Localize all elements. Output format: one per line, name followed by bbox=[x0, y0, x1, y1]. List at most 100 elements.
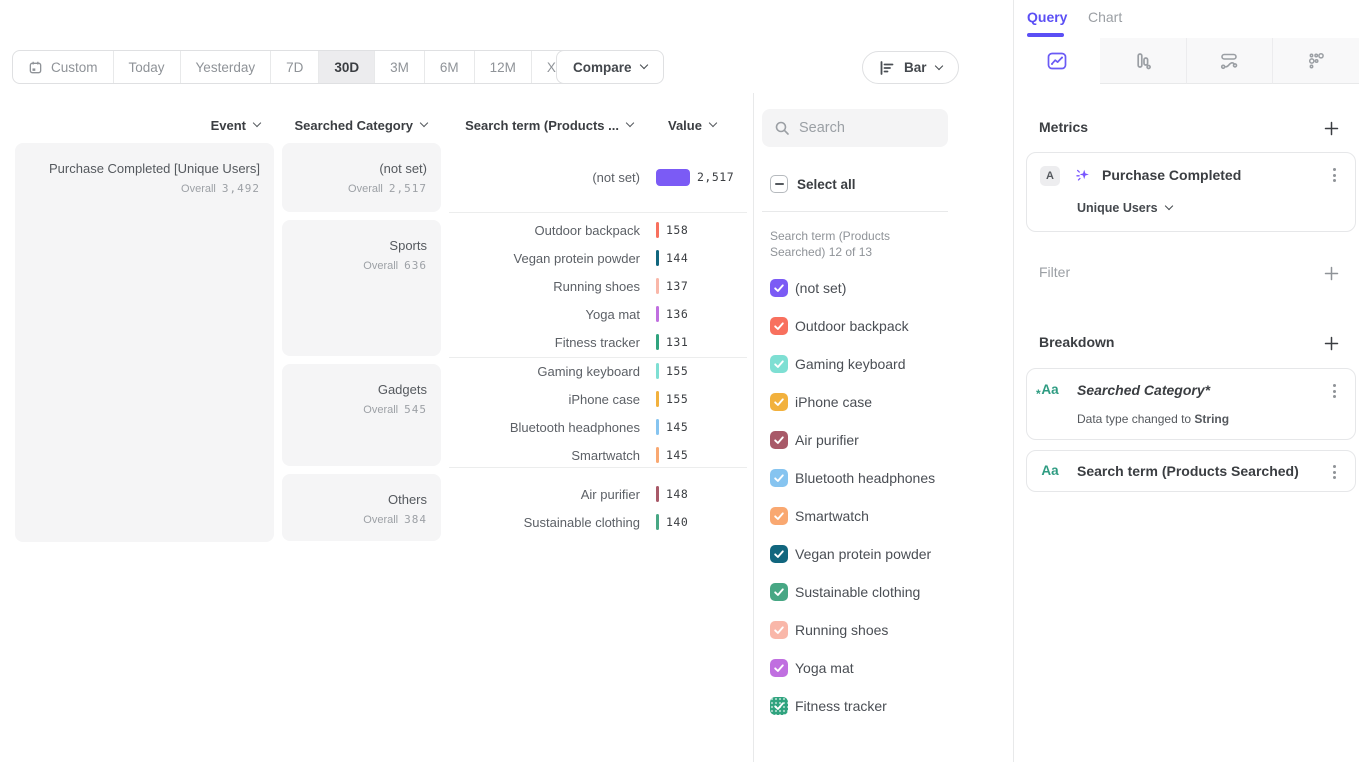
filter-item[interactable]: Fitness tracker bbox=[770, 697, 887, 715]
column-header-event[interactable]: Event bbox=[15, 115, 260, 135]
category-cell[interactable]: (not set)Overall2,517 bbox=[282, 143, 441, 212]
search-input[interactable] bbox=[799, 120, 936, 136]
compare-button[interactable]: Compare bbox=[556, 50, 664, 84]
tab-retention[interactable] bbox=[1272, 38, 1359, 84]
add-breakdown-button[interactable] bbox=[1322, 334, 1340, 352]
search-term-row[interactable]: Fitness tracker131 bbox=[449, 328, 747, 356]
column-header-value[interactable]: Value bbox=[668, 115, 738, 135]
value-bar[interactable] bbox=[656, 514, 659, 530]
value-bar[interactable] bbox=[656, 222, 659, 238]
category-name: (not set) bbox=[282, 161, 427, 176]
category-cell[interactable]: GadgetsOverall545 bbox=[282, 364, 441, 466]
search-term-row[interactable]: Running shoes137 bbox=[449, 272, 747, 300]
tab-chart[interactable]: Chart bbox=[1088, 0, 1122, 34]
value-bar[interactable] bbox=[656, 250, 659, 266]
filter-item[interactable]: Running shoes bbox=[770, 621, 888, 639]
category-name: Gadgets bbox=[282, 382, 427, 397]
series-search-box[interactable] bbox=[762, 109, 948, 147]
tab-flows[interactable] bbox=[1186, 38, 1273, 84]
event-cell[interactable]: Purchase Completed [Unique Users] Overal… bbox=[15, 143, 274, 542]
chevron-down-icon bbox=[420, 119, 428, 127]
search-term-row[interactable]: iPhone case155 bbox=[449, 385, 747, 413]
chevron-down-icon bbox=[1164, 202, 1172, 210]
string-property-icon: Aa* bbox=[1040, 382, 1060, 397]
divider bbox=[762, 211, 948, 212]
category-cell[interactable]: SportsOverall636 bbox=[282, 220, 441, 356]
column-header-search-term[interactable]: Search term (Products ... bbox=[449, 115, 633, 135]
value-label: 140 bbox=[666, 515, 688, 529]
filter-item[interactable]: Sustainable clothing bbox=[770, 583, 920, 601]
filter-item[interactable]: Bluetooth headphones bbox=[770, 469, 935, 487]
filter-item[interactable]: Vegan protein powder bbox=[770, 545, 931, 563]
tab-query[interactable]: Query bbox=[1027, 0, 1067, 34]
search-term-row[interactable]: Air purifier148 bbox=[449, 480, 747, 508]
search-term-row[interactable]: Sustainable clothing140 bbox=[449, 508, 747, 536]
value-bar[interactable] bbox=[656, 306, 659, 322]
select-all-checkbox[interactable]: Select all bbox=[770, 175, 856, 193]
category-cell[interactable]: OthersOverall384 bbox=[282, 474, 441, 541]
checkbox-icon bbox=[770, 393, 788, 411]
breakdown-options-kebab-icon[interactable] bbox=[1326, 463, 1342, 481]
breakdown-options-kebab-icon[interactable] bbox=[1326, 382, 1342, 400]
search-term-row[interactable]: Smartwatch145 bbox=[449, 441, 747, 469]
value-bar[interactable] bbox=[656, 334, 659, 350]
search-term-row[interactable]: Bluetooth headphones145 bbox=[449, 413, 747, 441]
tab-funnels[interactable] bbox=[1100, 38, 1186, 84]
filter-item-label: Air purifier bbox=[795, 432, 859, 448]
breakdown-card-searched-category[interactable]: Aa* Searched Category* Data type changed… bbox=[1026, 368, 1356, 440]
select-all-label: Select all bbox=[797, 177, 856, 192]
date-range-yesterday[interactable]: Yesterday bbox=[181, 51, 272, 83]
filter-item[interactable]: (not set) bbox=[770, 279, 846, 297]
date-range-12m[interactable]: 12M bbox=[475, 51, 532, 83]
string-property-icon: Aa bbox=[1040, 463, 1060, 478]
date-range-custom[interactable]: Custom bbox=[13, 51, 114, 83]
filter-item[interactable]: Yoga mat bbox=[770, 659, 854, 677]
metric-options-kebab-icon[interactable] bbox=[1326, 166, 1342, 184]
date-range-3m[interactable]: 3M bbox=[375, 51, 425, 83]
search-term-label: Bluetooth headphones bbox=[449, 420, 640, 435]
filter-item[interactable]: iPhone case bbox=[770, 393, 872, 411]
date-range-6m[interactable]: 6M bbox=[425, 51, 475, 83]
filter-item[interactable]: Gaming keyboard bbox=[770, 355, 906, 373]
add-filter-button[interactable] bbox=[1322, 264, 1340, 282]
date-range-today[interactable]: Today bbox=[114, 51, 181, 83]
value-bar[interactable] bbox=[656, 278, 659, 294]
tab-insights[interactable] bbox=[1014, 38, 1100, 84]
search-term-row[interactable]: Gaming keyboard 155 bbox=[449, 357, 747, 385]
calendar-icon bbox=[28, 60, 43, 75]
search-term-label: Fitness tracker bbox=[449, 335, 640, 350]
filter-item[interactable]: Outdoor backpack bbox=[770, 317, 909, 335]
metric-card[interactable]: A Purchase Completed Unique Users bbox=[1026, 152, 1356, 232]
value-bar[interactable] bbox=[656, 486, 659, 502]
checkbox-icon bbox=[770, 621, 788, 639]
chevron-down-icon bbox=[253, 119, 261, 127]
add-metric-button[interactable] bbox=[1322, 119, 1340, 137]
search-term-label: Gaming keyboard bbox=[449, 364, 640, 379]
search-term-row[interactable]: (not set)2,517 bbox=[449, 163, 747, 191]
search-term-row[interactable]: Yoga mat136 bbox=[449, 300, 747, 328]
aggregation-selector[interactable]: Unique Users bbox=[1077, 201, 1172, 215]
flows-icon bbox=[1216, 49, 1242, 73]
search-term-label: (not set) bbox=[449, 170, 640, 185]
search-term-row[interactable]: Vegan protein powder144 bbox=[449, 244, 747, 272]
filter-item[interactable]: Smartwatch bbox=[770, 507, 869, 525]
value-bar[interactable] bbox=[656, 391, 659, 407]
filter-item-label: Yoga mat bbox=[795, 660, 854, 676]
value-bar[interactable] bbox=[656, 447, 659, 463]
column-header-searched-category[interactable]: Searched Category bbox=[282, 115, 427, 135]
date-range-7d[interactable]: 7D bbox=[271, 51, 319, 83]
event-sparkle-icon bbox=[1074, 167, 1091, 184]
value-label: 155 bbox=[666, 364, 688, 378]
filter-item[interactable]: Air purifier bbox=[770, 431, 859, 449]
value-label: 158 bbox=[666, 223, 688, 237]
value-bar[interactable] bbox=[656, 363, 659, 379]
event-overall: Overall3,492 bbox=[15, 182, 260, 195]
breakdown-property-name: Searched Category* bbox=[1077, 382, 1210, 398]
breakdown-card-search-term[interactable]: Aa Search term (Products Searched) bbox=[1026, 450, 1356, 492]
search-term-label: Yoga mat bbox=[449, 307, 640, 322]
search-term-row[interactable]: Outdoor backpack158 bbox=[449, 216, 747, 244]
chart-type-button[interactable]: Bar bbox=[862, 51, 959, 84]
value-bar[interactable] bbox=[656, 419, 659, 435]
date-range-30d[interactable]: 30D bbox=[319, 51, 375, 83]
value-bar[interactable] bbox=[656, 169, 690, 186]
